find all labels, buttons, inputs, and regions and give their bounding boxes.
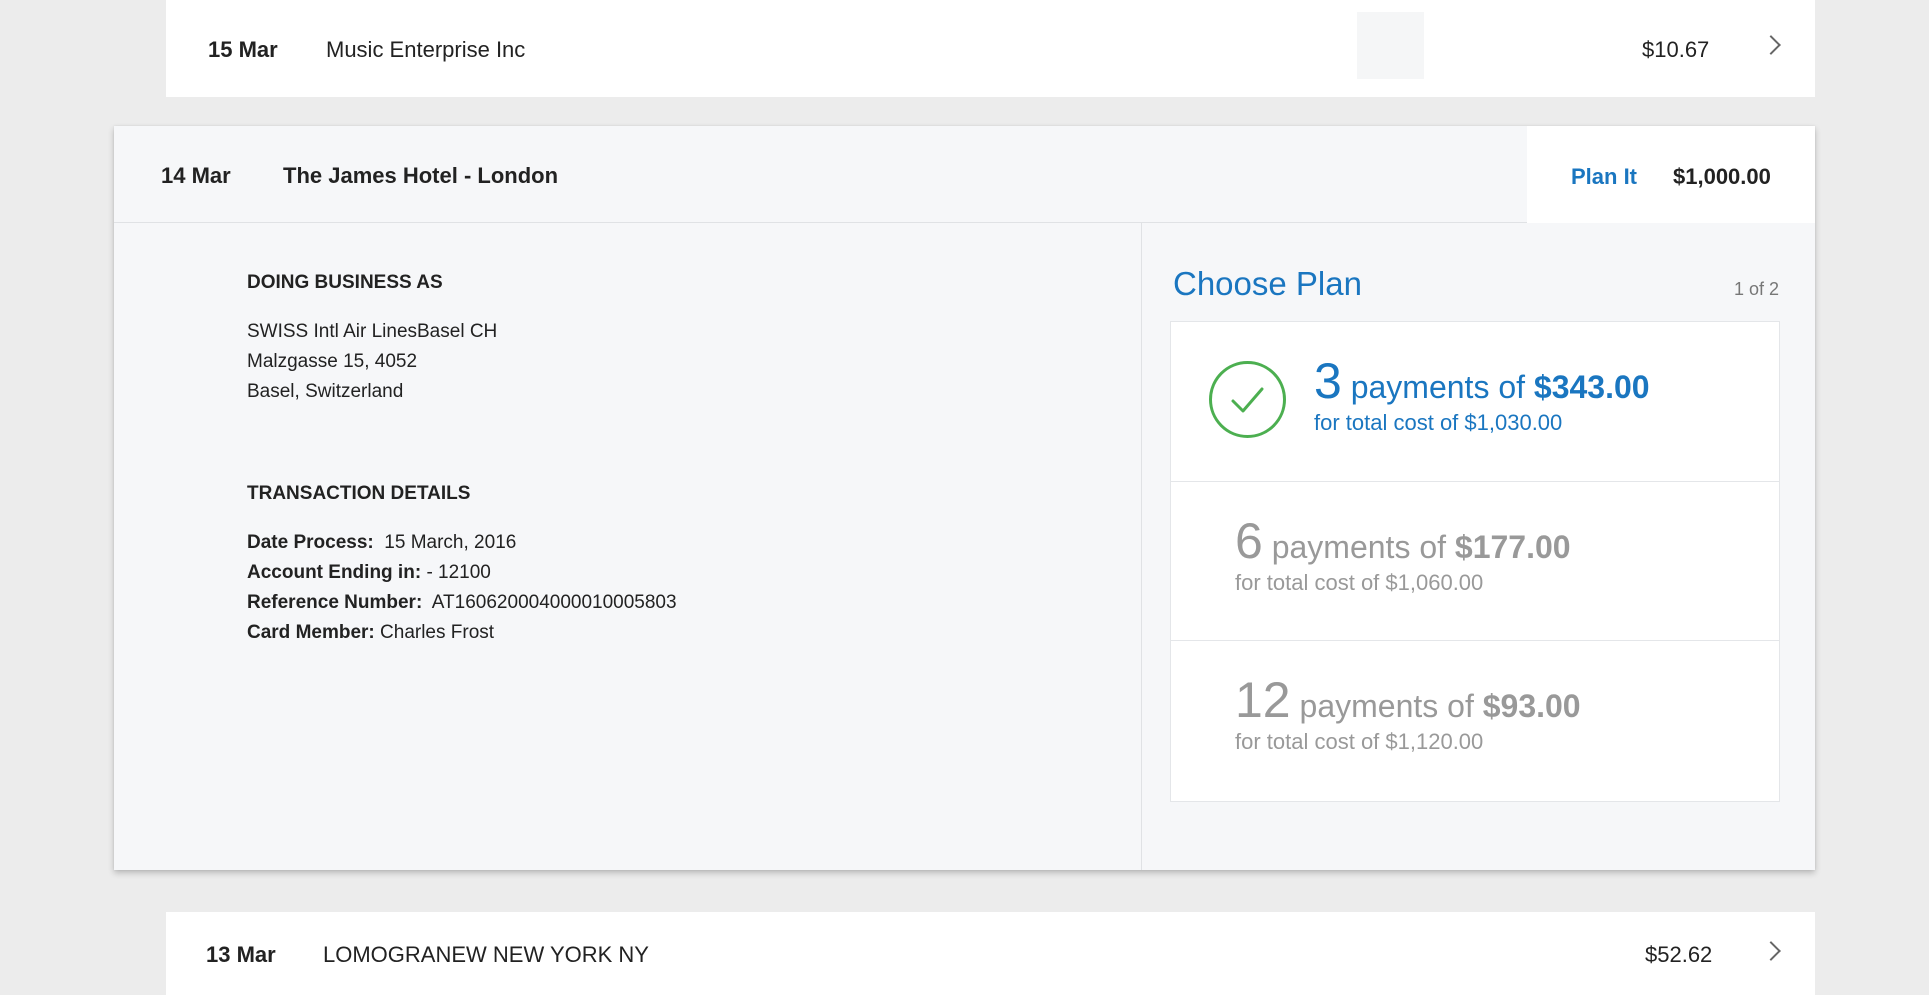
- detail-value: 15 March, 2016: [384, 532, 517, 553]
- detail-card-member: Card Member: Charles Frost: [247, 622, 494, 644]
- expanded-transaction-header[interactable]: 14 Mar The James Hotel - London Plan It …: [114, 126, 1815, 223]
- detail-label: Reference Number:: [247, 592, 423, 613]
- plan-option-12-payments[interactable]: 12 payments of $93.00 for total cost of …: [1171, 640, 1779, 799]
- transaction-date: 13 Mar: [206, 942, 276, 967]
- plan-total-cost: for total cost of $1,030.00: [1314, 410, 1563, 435]
- transaction-details-title: TRANSACTION DETAILS: [247, 483, 471, 504]
- dba-line: Basel, Switzerland: [247, 381, 404, 402]
- plan-options-list: 3 payments of $343.00 for total cost of …: [1170, 321, 1780, 802]
- plan-summary: 12 payments of $93.00: [1235, 671, 1581, 729]
- plan-payment-count: 12: [1235, 672, 1291, 728]
- transaction-amount: $10.67: [1642, 37, 1710, 62]
- dba-line: Malzgasse 15, 4052: [247, 351, 418, 372]
- transaction-date: 15 Mar: [208, 37, 278, 62]
- choose-plan-pane: Choose Plan 1 of 2 3 payments of $343.00…: [1143, 223, 1815, 870]
- plan-payment-price: $343.00: [1533, 369, 1650, 405]
- detail-value: - 12100: [426, 562, 491, 583]
- merchant-logo-placeholder: [1357, 12, 1424, 79]
- plan-it-link[interactable]: Plan It: [1571, 164, 1637, 190]
- dba-line: SWISS Intl Air LinesBasel CH: [247, 321, 498, 342]
- transaction-merchant: The James Hotel - London: [283, 163, 559, 188]
- chevron-right-icon[interactable]: [1761, 35, 1781, 55]
- plan-payment-price: $177.00: [1454, 529, 1571, 565]
- transaction-info-pane: DOING BUSINESS AS SWISS Intl Air LinesBa…: [114, 223, 1142, 870]
- plan-payments-of-text: payments of: [1262, 529, 1455, 565]
- detail-label: Date Process:: [247, 532, 374, 553]
- plan-summary: 6 payments of $177.00: [1235, 512, 1571, 570]
- plan-pager: 1 of 2: [1733, 279, 1779, 299]
- detail-value: AT160620004000010005803: [431, 592, 677, 613]
- doing-business-as-title: DOING BUSINESS AS: [247, 272, 443, 293]
- transaction-row-15-mar[interactable]: 15 Mar Music Enterprise Inc $10.67: [166, 0, 1815, 97]
- plan-summary: 3 payments of $343.00: [1314, 352, 1650, 410]
- detail-value: Charles Frost: [380, 622, 495, 643]
- transaction-amount: $1,000.00: [1673, 164, 1771, 189]
- transaction-merchant: Music Enterprise Inc: [326, 37, 526, 62]
- transaction-row-13-mar[interactable]: 13 Mar LOMOGRANEW NEW YORK NY $52.62: [166, 912, 1815, 995]
- detail-reference-number: Reference Number: AT16062000400001000580…: [247, 592, 677, 614]
- expanded-transaction-card: 14 Mar The James Hotel - London Plan It …: [114, 126, 1815, 870]
- plan-payment-count: 6: [1235, 513, 1263, 569]
- choose-plan-title: Choose Plan: [1173, 265, 1362, 302]
- detail-label: Card Member:: [247, 622, 375, 643]
- plan-payment-price: $93.00: [1482, 688, 1581, 724]
- plan-payments-of-text: payments of: [1290, 688, 1483, 724]
- plan-action-box: Plan It $1,000.00: [1527, 126, 1815, 223]
- plan-payment-count: 3: [1314, 353, 1342, 409]
- transaction-amount: $52.62: [1645, 942, 1713, 967]
- chevron-right-icon[interactable]: [1761, 941, 1781, 961]
- transaction-date: 14 Mar: [161, 163, 231, 188]
- plan-total-cost: for total cost of $1,060.00: [1235, 570, 1484, 595]
- detail-account-ending: Account Ending in: - 12100: [247, 562, 491, 584]
- plan-payments-of-text: payments of: [1341, 369, 1534, 405]
- plan-option-6-payments[interactable]: 6 payments of $177.00 for total cost of …: [1171, 481, 1779, 640]
- plan-option-3-payments[interactable]: 3 payments of $343.00 for total cost of …: [1171, 322, 1779, 481]
- transaction-merchant: LOMOGRANEW NEW YORK NY: [323, 942, 649, 967]
- detail-label: Account Ending in:: [247, 562, 422, 583]
- check-circle-icon: [1209, 361, 1286, 438]
- detail-date-process: Date Process: 15 March, 2016: [247, 532, 516, 554]
- plan-total-cost: for total cost of $1,120.00: [1235, 729, 1484, 754]
